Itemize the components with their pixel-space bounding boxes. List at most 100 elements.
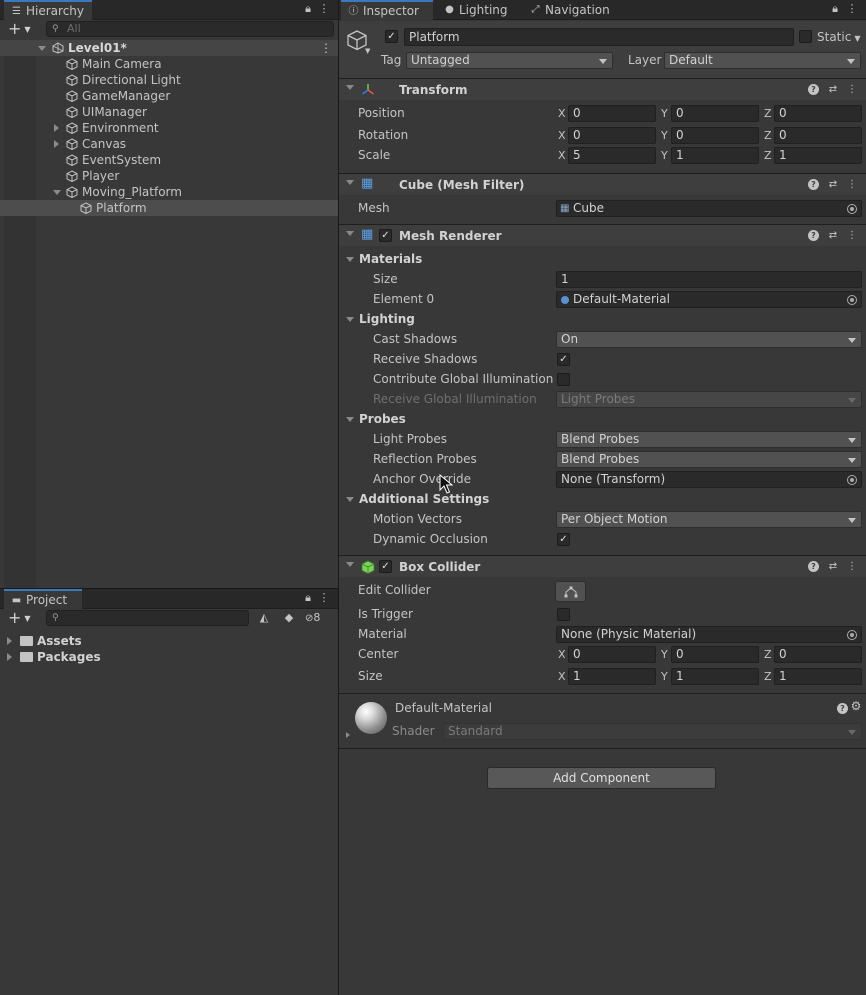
- tag-dropdown[interactable]: Untagged: [406, 52, 613, 69]
- object-name-input[interactable]: Platform: [404, 28, 794, 46]
- probes-section-label[interactable]: Probes: [359, 411, 406, 428]
- motion-vectors-dropdown[interactable]: Per Object Motion: [556, 511, 862, 528]
- help-icon[interactable]: ?: [808, 561, 819, 572]
- add-component-button[interactable]: Add Component: [487, 767, 716, 789]
- static-dropdown[interactable]: Static ▼: [817, 28, 860, 46]
- project-folder[interactable]: Assets: [0, 633, 338, 649]
- project-search-input[interactable]: ⚲: [46, 610, 249, 626]
- help-icon[interactable]: ?: [808, 84, 819, 95]
- axis-y-label[interactable]: Y: [661, 668, 668, 685]
- collapse-arrow[interactable]: [53, 190, 61, 195]
- component-menu-icon[interactable]: ⋮: [846, 229, 858, 242]
- tab-lighting[interactable]: ● Lighting: [437, 0, 521, 20]
- position-label[interactable]: Position: [358, 105, 405, 122]
- rotation-label[interactable]: Rotation: [358, 127, 408, 144]
- axis-z-label[interactable]: Z: [764, 127, 772, 144]
- axis-x-label[interactable]: X: [558, 668, 566, 685]
- static-checkbox[interactable]: [799, 30, 812, 43]
- scene-row[interactable]: Level01* ⋮: [0, 40, 338, 56]
- hidden-packages-button[interactable]: ⊘8: [305, 610, 335, 626]
- receive-shadows-checkbox[interactable]: ✓: [557, 353, 570, 366]
- size-label[interactable]: Size: [358, 668, 383, 685]
- tab-navigation[interactable]: ⤢ Navigation: [523, 0, 623, 20]
- expand-arrow[interactable]: [54, 140, 59, 148]
- scale-y-field[interactable]: 1: [671, 147, 759, 164]
- physic-material-object-field[interactable]: None (Physic Material): [556, 626, 862, 643]
- position-z-field[interactable]: 0: [774, 105, 862, 122]
- axis-y-label[interactable]: Y: [661, 127, 668, 144]
- component-menu-icon[interactable]: ⋮: [846, 178, 858, 191]
- edit-collider-button[interactable]: [555, 581, 586, 602]
- help-icon[interactable]: ?: [808, 230, 819, 241]
- rotation-y-field[interactable]: 0: [671, 127, 759, 144]
- materials-size-field[interactable]: 1: [556, 271, 862, 288]
- presets-icon[interactable]: ⇄: [827, 229, 839, 242]
- object-picker-icon[interactable]: [847, 295, 857, 305]
- hierarchy-item[interactable]: Canvas: [0, 136, 338, 152]
- additional-settings-fold-arrow[interactable]: [346, 497, 354, 502]
- presets-icon[interactable]: ⇄: [827, 178, 839, 191]
- size-z-field[interactable]: 1: [774, 668, 862, 685]
- tab-inspector[interactable]: ⓘ Inspector: [341, 0, 433, 20]
- project-folder[interactable]: Packages: [0, 649, 338, 665]
- axis-z-label[interactable]: Z: [764, 646, 772, 663]
- rotation-x-field[interactable]: 0: [568, 127, 656, 144]
- is-trigger-checkbox[interactable]: [557, 608, 570, 621]
- transform-header[interactable]: Transform ? ⇄ ⋮: [339, 78, 866, 100]
- more-menu-icon[interactable]: ⋮: [318, 2, 330, 16]
- component-menu-icon[interactable]: ⋮: [846, 83, 858, 96]
- component-menu-icon[interactable]: ⋮: [846, 560, 858, 573]
- scale-z-field[interactable]: 1: [774, 147, 862, 164]
- dynamic-occlusion-checkbox[interactable]: ✓: [557, 533, 570, 546]
- center-x-field[interactable]: 0: [568, 646, 656, 663]
- fold-arrow[interactable]: [346, 562, 354, 567]
- fold-arrow[interactable]: [346, 231, 354, 236]
- more-menu-icon[interactable]: ⋮: [318, 591, 330, 605]
- cast-shadows-dropdown[interactable]: On: [556, 331, 862, 348]
- create-add-button[interactable]: + ▼: [8, 20, 38, 38]
- hierarchy-item[interactable]: Player: [0, 168, 338, 184]
- lighting-fold-arrow[interactable]: [346, 317, 354, 322]
- materials-fold-arrow[interactable]: [346, 257, 354, 262]
- active-checkbox[interactable]: ✓: [385, 30, 398, 43]
- expand-arrow[interactable]: [7, 637, 12, 645]
- light-probes-dropdown[interactable]: Blend Probes: [556, 431, 862, 448]
- object-picker-icon[interactable]: [847, 204, 857, 214]
- search-by-label-icon[interactable]: ◆: [281, 610, 297, 626]
- center-label[interactable]: Center: [358, 646, 398, 663]
- tab-project[interactable]: ▬ Project: [4, 589, 82, 609]
- center-y-field[interactable]: 0: [671, 646, 759, 663]
- expand-arrow[interactable]: [54, 124, 59, 132]
- more-menu-icon[interactable]: ⋮: [846, 2, 858, 16]
- hierarchy-item[interactable]: Environment: [0, 120, 338, 136]
- mesh-renderer-header[interactable]: ▦ ✓ Mesh Renderer ? ⇄ ⋮: [339, 224, 866, 246]
- tab-hierarchy[interactable]: ☰ Hierarchy: [4, 0, 92, 20]
- hierarchy-item[interactable]: Directional Light: [0, 72, 338, 88]
- enabled-checkbox[interactable]: ✓: [379, 229, 392, 242]
- size-x-field[interactable]: 1: [568, 668, 656, 685]
- scale-label[interactable]: Scale: [358, 147, 390, 164]
- icon-dropdown-arrow[interactable]: ▼: [365, 47, 370, 55]
- hierarchy-item[interactable]: Main Camera: [0, 56, 338, 72]
- mesh-filter-header[interactable]: ▦ Cube (Mesh Filter) ? ⇄ ⋮: [339, 173, 866, 195]
- scale-x-field[interactable]: 5: [568, 147, 656, 164]
- lock-icon[interactable]: 🔒︎: [829, 2, 841, 16]
- axis-z-label[interactable]: Z: [764, 668, 772, 685]
- scene-menu-icon[interactable]: ⋮: [320, 40, 332, 56]
- hierarchy-item[interactable]: EventSystem: [0, 152, 338, 168]
- additional-settings-section-label[interactable]: Additional Settings: [359, 491, 489, 508]
- fold-arrow[interactable]: [346, 85, 354, 90]
- box-collider-header[interactable]: ✓ Box Collider ? ⇄ ⋮: [339, 555, 866, 577]
- create-add-button[interactable]: + ▼: [8, 609, 38, 627]
- axis-y-label[interactable]: Y: [661, 147, 668, 164]
- size-y-field[interactable]: 1: [671, 668, 759, 685]
- rotation-z-field[interactable]: 0: [774, 127, 862, 144]
- hierarchy-item[interactable]: GameManager: [0, 88, 338, 104]
- object-picker-icon[interactable]: [847, 475, 857, 485]
- enabled-checkbox[interactable]: ✓: [379, 560, 392, 573]
- hierarchy-search-input[interactable]: ⚲ All: [46, 21, 334, 37]
- axis-x-label[interactable]: X: [558, 127, 566, 144]
- hierarchy-item-selected[interactable]: Platform: [0, 200, 338, 216]
- position-x-field[interactable]: 0: [568, 105, 656, 122]
- scene-fold-arrow[interactable]: [38, 46, 46, 51]
